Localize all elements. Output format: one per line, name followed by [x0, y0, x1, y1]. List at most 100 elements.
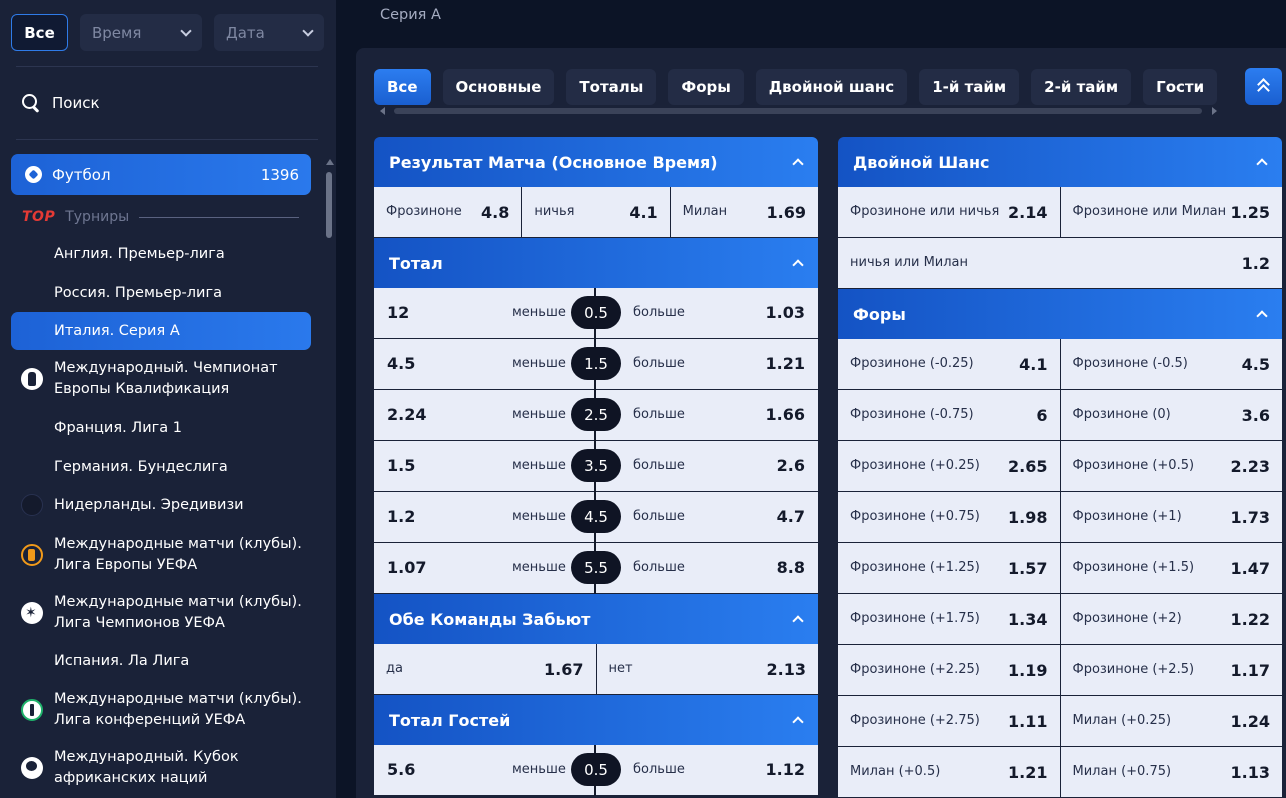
over-odds[interactable]: 8.8 — [777, 558, 805, 577]
league-item[interactable]: Италия. Серия А — [11, 312, 311, 350]
under-odds[interactable]: 1.07 — [387, 558, 426, 577]
league-item[interactable]: Международный. Кубок африканских наций — [11, 746, 311, 790]
under-label: меньше — [512, 560, 566, 575]
tab-item[interactable]: Все — [374, 69, 431, 105]
total-line: 2.5 — [571, 398, 621, 431]
odds-cell[interactable]: Фрозиноне (-0.75) 6 — [838, 390, 1061, 440]
scroll-up-arrow[interactable] — [326, 159, 334, 165]
market-header[interactable]: Тотал — [374, 238, 818, 288]
market-header[interactable]: Форы — [838, 289, 1282, 339]
outcome-label: Фрозиноне (+0.75) — [850, 509, 980, 524]
odds-cell[interactable]: Фрозиноне (+0.5) 2.23 — [1061, 441, 1283, 491]
odds-cell[interactable]: Фрозиноне (+0.75) 1.98 — [838, 492, 1061, 542]
market-title: Двойной Шанс — [853, 152, 990, 172]
league-label: Международные матчи (клубы). Лига Европы … — [54, 534, 302, 576]
market-header[interactable]: Двойной Шанс — [838, 137, 1282, 187]
sport-item-football[interactable]: Футбол 1396 — [11, 154, 311, 195]
odds-cell[interactable]: Фрозиноне или Милан 1.25 — [1061, 187, 1283, 237]
market-header[interactable]: Тотал Гостей — [374, 695, 818, 745]
over-odds[interactable]: 2.6 — [777, 456, 805, 475]
odds-cell[interactable]: Фрозиноне (+0.25) 2.65 — [838, 441, 1061, 491]
over-odds[interactable]: 1.66 — [766, 405, 805, 424]
tab-item[interactable]: 2-й тайм — [1031, 69, 1132, 105]
total-line: 4.5 — [571, 500, 621, 533]
tabs-scrollbar[interactable] — [394, 108, 1202, 114]
odds-cell[interactable]: Милан (+0.75) 1.13 — [1061, 747, 1283, 797]
odds-cell[interactable]: Фрозиноне (+2) 1.22 — [1061, 594, 1283, 644]
tab-item[interactable]: 1-й тайм — [919, 69, 1020, 105]
odds-cell[interactable]: Фрозиноне 4.8 — [374, 187, 523, 237]
odds-cell[interactable]: Милан (+0.5) 1.21 — [838, 747, 1061, 797]
odds-cell[interactable]: нет 2.13 — [597, 644, 819, 694]
over-odds[interactable]: 1.21 — [766, 354, 805, 373]
league-label: Англия. Премьер-лига — [54, 244, 225, 265]
tab-item[interactable]: Основные — [442, 69, 555, 105]
outcome-label: Фрозиноне (+2.5) — [1072, 662, 1195, 677]
league-label-line: африканских наций — [54, 770, 208, 786]
odds-cell[interactable]: да 1.67 — [374, 644, 597, 694]
odds-cell[interactable]: Фрозиноне (+2.5) 1.17 — [1061, 645, 1283, 695]
odds-cell[interactable]: Фрозиноне (+2.25) 1.19 — [838, 645, 1061, 695]
league-label-line: Англия. Премьер-лига — [54, 245, 225, 262]
league-item[interactable]: Международные матчи (клубы). Лига Чемпион… — [11, 591, 311, 635]
odds-cell[interactable]: Фрозиноне (-0.25) 4.1 — [838, 339, 1061, 389]
filter-time-select[interactable]: Время — [80, 14, 202, 51]
over-odds[interactable]: 4.7 — [777, 507, 805, 526]
market-header[interactable]: Результат Матча (Основное Время) — [374, 137, 818, 187]
league-item[interactable]: Россия. Премьер-лига — [11, 281, 311, 305]
total-row: 4.5 меньше 1.5 больше 1.21 — [374, 339, 818, 390]
league-item[interactable]: Международные матчи (клубы). Лига Европы … — [11, 533, 311, 577]
tab-item[interactable]: Двойной шанс — [755, 69, 908, 105]
league-item[interactable]: Германия. Бундеслига — [11, 455, 311, 479]
filter-date-label: Дата — [226, 23, 265, 42]
odds-value: 1.22 — [1230, 609, 1270, 629]
odds-cell[interactable]: Фрозиноне (+1) 1.73 — [1061, 492, 1283, 542]
under-odds[interactable]: 4.5 — [387, 354, 415, 373]
odds-cell[interactable]: Фрозиноне (-0.5) 4.5 — [1061, 339, 1283, 389]
tabs-scroll-left-arrow[interactable] — [380, 107, 385, 115]
odds-cell[interactable]: Фрозиноне (+1.5) 1.47 — [1061, 543, 1283, 593]
outcome-label: Фрозиноне (+0.25) — [850, 458, 980, 473]
odds-value: 1.47 — [1230, 558, 1270, 578]
odds-row: Фрозиноне (+2.25) 1.19 Фрозиноне (+2.5) 1.1… — [838, 645, 1282, 696]
sidebar-scrollbar[interactable] — [326, 172, 332, 238]
under-odds[interactable]: 1.2 — [387, 507, 415, 526]
league-label-line: Испания. Ла Лига — [54, 652, 190, 669]
total-row: 5.6 меньше 0.5 больше 1.12 — [374, 745, 818, 796]
search-button[interactable]: Поиск — [22, 92, 100, 114]
collapse-all-button[interactable] — [1245, 68, 1282, 105]
league-item[interactable]: Международные матчи (клубы). Лига конфере… — [11, 688, 311, 732]
league-item[interactable]: Международный. Чемпионат Европы Квалифика… — [11, 357, 311, 401]
odds-cell[interactable]: Фрозиноне (+1.75) 1.34 — [838, 594, 1061, 644]
league-label-line: Лига Европы УЕФА — [54, 557, 198, 573]
filter-date-select[interactable]: Дата — [214, 14, 324, 51]
tabs-scroll-right-arrow[interactable] — [1212, 107, 1217, 115]
odds-cell[interactable]: Милан (+0.25) 1.24 — [1061, 696, 1283, 746]
under-odds[interactable]: 1.5 — [387, 456, 415, 475]
tab-item[interactable]: Тоталы — [566, 69, 657, 105]
odds-cell[interactable]: ничья 4.1 — [522, 187, 671, 237]
outcome-label: Милан — [682, 204, 728, 219]
chevron-up-icon — [1256, 158, 1268, 170]
league-item[interactable]: Нидерланды. Эредивизи — [11, 491, 311, 519]
under-odds[interactable]: 5.6 — [387, 760, 415, 779]
odds-cell[interactable]: ничья или Милан 1.2 — [838, 238, 1282, 288]
over-label: больше — [633, 356, 685, 371]
odds-cell[interactable]: Фрозиноне (+1.25) 1.57 — [838, 543, 1061, 593]
league-item[interactable]: Англия. Премьер-лига — [11, 242, 311, 266]
tab-item[interactable]: Форы — [668, 69, 744, 105]
odds-cell[interactable]: Фрозиноне (+2.75) 1.11 — [838, 696, 1061, 746]
league-item[interactable]: Франция. Лига 1 — [11, 416, 311, 440]
filter-all-button[interactable]: Все — [11, 14, 68, 51]
over-odds[interactable]: 1.03 — [766, 303, 805, 322]
market-header[interactable]: Обе Команды Забьют — [374, 594, 818, 644]
odds-cell[interactable]: Фрозиноне или ничья 2.14 — [838, 187, 1061, 237]
over-odds[interactable]: 1.12 — [766, 760, 805, 779]
under-label: меньше — [512, 305, 566, 320]
under-odds[interactable]: 2.24 — [387, 405, 426, 424]
tab-item[interactable]: Гости — [1143, 69, 1218, 105]
odds-cell[interactable]: Милан 1.69 — [671, 187, 818, 237]
odds-cell[interactable]: Фрозиноне (0) 3.6 — [1061, 390, 1283, 440]
league-item[interactable]: Испания. Ла Лига — [11, 649, 311, 673]
under-odds[interactable]: 12 — [387, 303, 409, 322]
